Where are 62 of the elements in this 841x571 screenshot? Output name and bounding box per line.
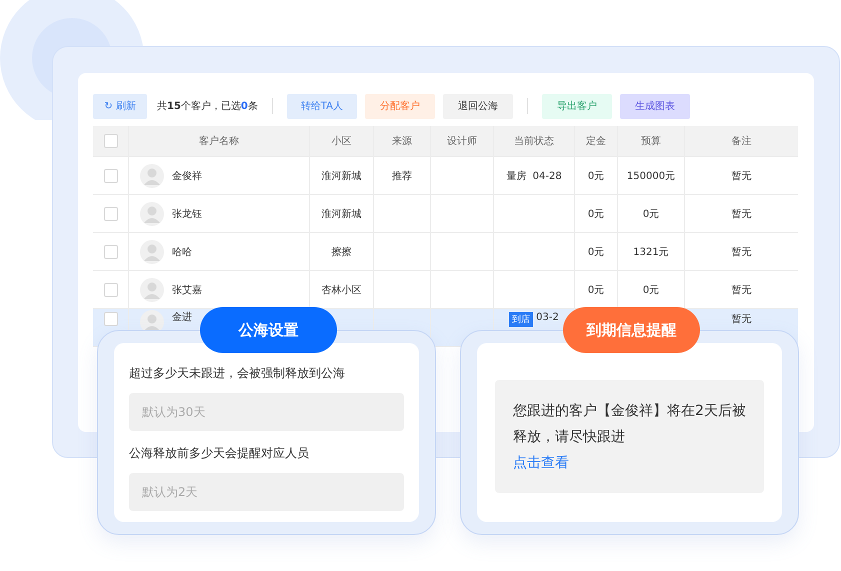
- toolbar-button[interactable]: 生成图表: [620, 94, 690, 118]
- checkbox[interactable]: [104, 244, 118, 258]
- column-header: 备注: [730, 134, 752, 149]
- customer-name: 张艾嘉: [172, 284, 202, 296]
- input-field[interactable]: 默认为30天: [129, 393, 404, 431]
- table-cell-text: 150000元: [626, 170, 676, 182]
- column-header: 客户名称: [129, 126, 310, 156]
- toolbar-button[interactable]: 转给TA人: [286, 94, 357, 118]
- table-cell-text: 擦擦: [332, 246, 352, 258]
- table-cell-text: 暂无: [732, 246, 752, 258]
- view-link[interactable]: 点击查看: [513, 454, 569, 472]
- refresh-button[interactable]: ↻ 刷新: [93, 94, 147, 118]
- card-title: 到期信息提醒: [563, 307, 700, 353]
- table-row[interactable]: 哈哈 擦擦 0元 1321元 暂无: [93, 233, 798, 271]
- column-header: 当前状态: [494, 126, 575, 156]
- table-cell-text: 0元: [588, 170, 604, 182]
- checkbox[interactable]: [104, 282, 118, 296]
- toolbar-button[interactable]: 退回公海: [442, 94, 513, 118]
- toolbar-button[interactable]: 导出客户: [542, 94, 612, 118]
- checkbox[interactable]: [104, 206, 118, 220]
- status-tag: 到店: [509, 312, 534, 327]
- field-label: 公海释放前多少天会提醒对应人员: [129, 445, 310, 462]
- column-header: 预算: [618, 126, 685, 156]
- column-header: 小区: [310, 126, 374, 156]
- avatar-icon: [140, 164, 164, 188]
- avatar-icon: [140, 202, 164, 226]
- table-cell-text: 量房 04-28: [506, 170, 562, 182]
- customer-name: 哈哈: [172, 246, 192, 258]
- column-header: 设计师: [431, 126, 494, 156]
- table-cell-text: 暂无: [732, 312, 752, 326]
- toolbar-button[interactable]: 分配客户: [364, 94, 435, 118]
- table-cell-text: 0元: [588, 284, 604, 296]
- summary-text: 共15个客户，已选0条: [157, 100, 258, 113]
- table-cell-text: 0元: [588, 246, 604, 258]
- checkbox[interactable]: [104, 168, 118, 182]
- message-text: 您跟进的客户【金俊祥】将在2天后被释放，请尽快跟进: [513, 402, 746, 447]
- column-header: 定金: [575, 126, 618, 156]
- column-header: 来源: [374, 126, 431, 156]
- table-cell-text: 推荐: [392, 170, 412, 182]
- table-cell-text: 0元: [642, 284, 660, 296]
- field-label: 超过多少天未跟进，会被强制释放到公海: [129, 365, 346, 382]
- table-cell-text: 暂无: [732, 284, 752, 296]
- table-row[interactable]: 张龙钰 淮河新城 0元 0元 暂无: [93, 195, 798, 233]
- table-cell-text: 暂无: [732, 170, 752, 182]
- table-cell-text: 淮河新城: [322, 170, 362, 182]
- checkbox[interactable]: [104, 134, 118, 148]
- table-cell-text: 淮河新城: [322, 208, 362, 220]
- table-cell-text: 0元: [642, 208, 660, 220]
- checkbox[interactable]: [104, 312, 118, 326]
- avatar-icon: [140, 278, 164, 302]
- customer-name: 金俊祥: [172, 170, 202, 182]
- table-cell-text: 暂无: [732, 208, 752, 220]
- customer-name: 张龙钰: [172, 208, 202, 220]
- customer-name: 金进: [172, 310, 192, 324]
- table-cell-text: 1321元: [633, 246, 669, 258]
- table-cell-text: 0元: [588, 208, 604, 220]
- input-field[interactable]: 默认为2天: [129, 473, 404, 511]
- table-cell: 03-2: [536, 312, 559, 323]
- avatar-icon: [140, 240, 164, 264]
- table-cell-text: 杏林小区: [322, 284, 362, 296]
- card-title: 公海设置: [200, 307, 337, 353]
- table-row[interactable]: 金俊祥 淮河新城 推荐 量房 04-28 0元 150000元 暂无: [93, 157, 798, 195]
